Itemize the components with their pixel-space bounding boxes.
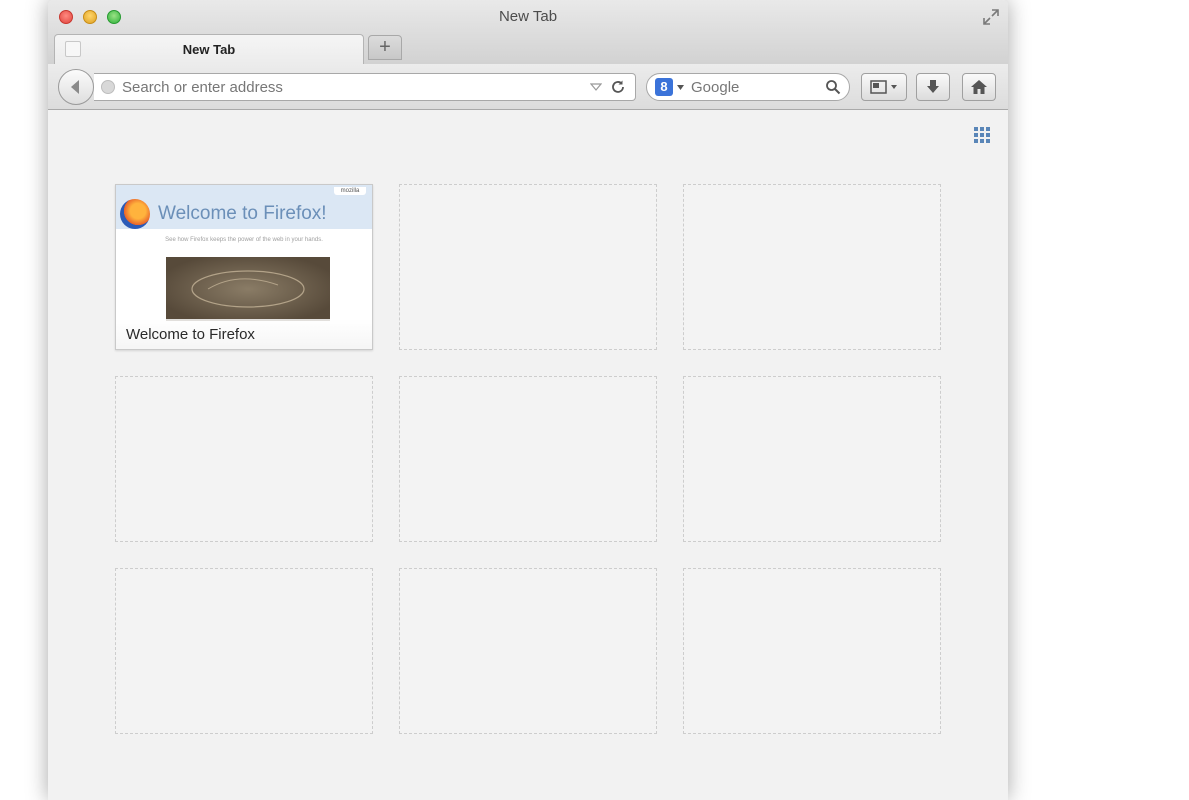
- thumbnail-video: [166, 257, 330, 321]
- new-tab-button[interactable]: +: [368, 35, 402, 60]
- empty-tile: [683, 568, 941, 734]
- empty-tile: [115, 568, 373, 734]
- title-bar: New Tab New Tab +: [48, 0, 1008, 64]
- navigation-toolbar: 8: [48, 64, 1008, 110]
- thumbnail-badge: mozilla: [334, 187, 366, 195]
- search-input[interactable]: [691, 77, 815, 97]
- tab-new-tab[interactable]: New Tab: [54, 34, 364, 64]
- browser-window: New Tab New Tab + 8: [48, 0, 1008, 800]
- back-button[interactable]: [58, 69, 94, 105]
- empty-tile: [399, 184, 657, 350]
- tile-title: Welcome to Firefox: [126, 326, 255, 343]
- reload-icon[interactable]: [610, 79, 626, 95]
- empty-tile: [399, 376, 657, 542]
- url-bar[interactable]: [94, 73, 636, 101]
- grid-toggle-icon[interactable]: [973, 126, 991, 144]
- fullscreen-icon[interactable]: [982, 8, 1000, 26]
- tile-title-bar: Welcome to Firefox: [116, 319, 372, 349]
- search-icon[interactable]: [825, 79, 841, 95]
- empty-tile: [115, 376, 373, 542]
- site-identity-icon: [101, 80, 115, 94]
- home-button[interactable]: [962, 73, 996, 101]
- search-bar[interactable]: 8: [646, 73, 850, 101]
- history-dropdown-icon[interactable]: [590, 82, 602, 92]
- tab-label: New Tab: [182, 42, 236, 57]
- chevron-down-icon[interactable]: [677, 85, 684, 90]
- empty-tile: [683, 184, 941, 350]
- thumbnail-heading: Welcome to Firefox!: [158, 203, 327, 224]
- thumbnail-subline: See how Firefox keeps the power of the w…: [165, 237, 323, 243]
- search-engine-icon[interactable]: 8: [655, 78, 673, 96]
- download-arrow-icon: [927, 80, 939, 93]
- home-icon: [971, 80, 987, 94]
- window-title: New Tab: [498, 8, 558, 25]
- new-tab-page: Welcome to Firefox! mozilla See how Fire…: [48, 110, 1008, 800]
- back-arrow-icon: [71, 80, 79, 94]
- url-input[interactable]: [122, 77, 572, 97]
- empty-tile: [683, 376, 941, 542]
- firefox-logo-icon: [120, 199, 150, 229]
- bookmarks-button[interactable]: [861, 73, 907, 101]
- thumbnail-header: Welcome to Firefox! mozilla: [116, 185, 372, 229]
- site-tile-welcome[interactable]: Welcome to Firefox! mozilla See how Fire…: [115, 184, 373, 350]
- firefox-sketch-image: [191, 270, 305, 308]
- empty-tile: [399, 568, 657, 734]
- bookmarks-icon: [870, 80, 897, 94]
- downloads-button[interactable]: [916, 73, 950, 101]
